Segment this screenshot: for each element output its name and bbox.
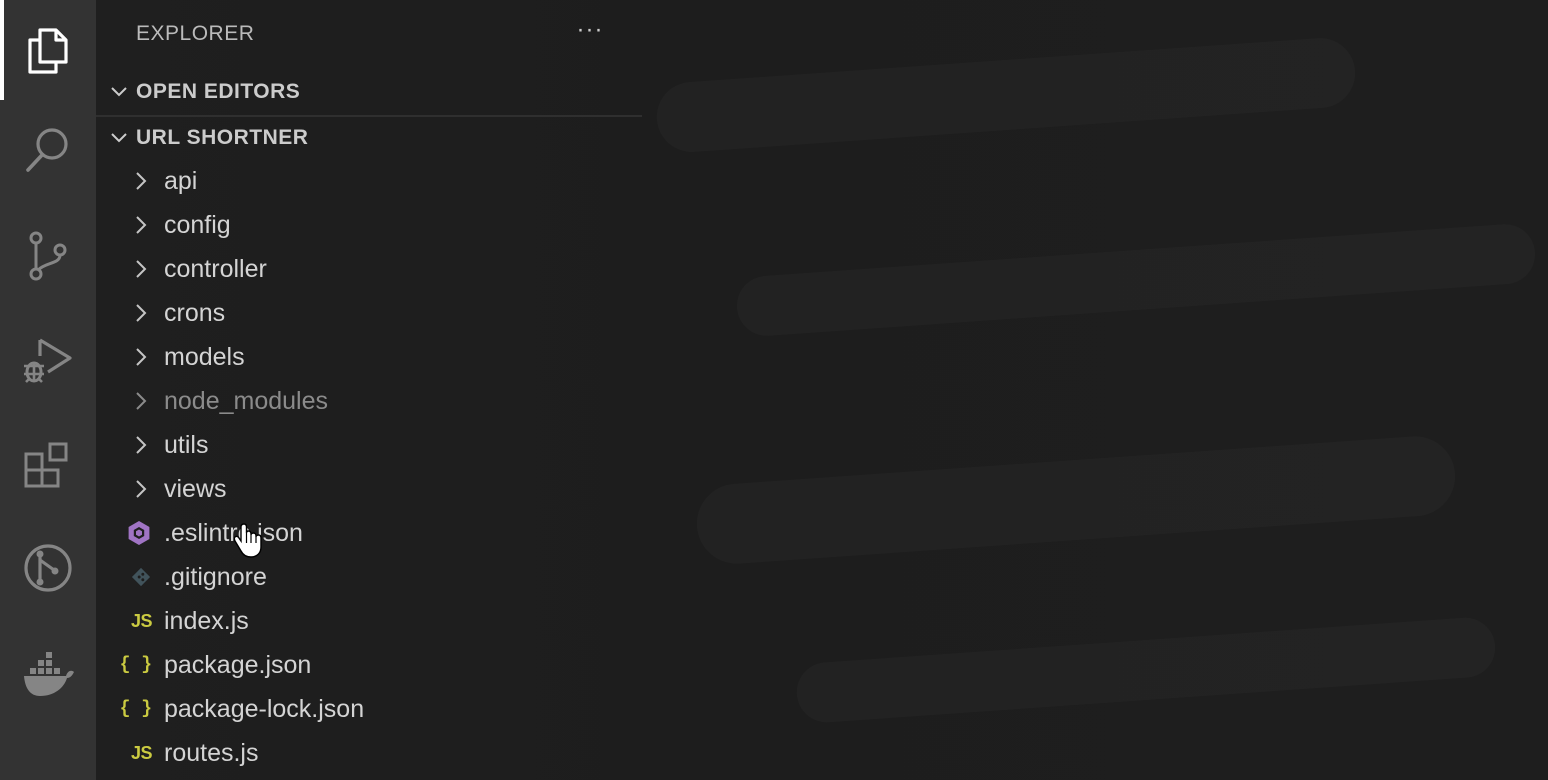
source-control-icon [29, 231, 67, 281]
folder-row[interactable]: utils [96, 423, 642, 467]
folder-row[interactable]: models [96, 335, 642, 379]
file-row[interactable]: { } package.json [96, 643, 642, 687]
folder-name: views [164, 474, 227, 503]
chevron-right-icon [96, 170, 164, 192]
folder-name: config [164, 210, 231, 239]
folder-name: models [164, 342, 245, 371]
background-texture [795, 616, 1497, 725]
git-graph-icon [24, 544, 72, 592]
files-icon [28, 28, 68, 74]
chevron-right-icon [96, 302, 164, 324]
json-icon: { } [119, 655, 152, 675]
file-row[interactable]: .eslintrc.json [96, 511, 642, 555]
explorer-activity-button[interactable] [0, 0, 96, 100]
file-row[interactable]: .gitignore [96, 555, 642, 599]
file-name: .gitignore [164, 562, 267, 591]
explorer-title: EXPLORER [136, 22, 255, 45]
folder-row[interactable]: node_modules [96, 379, 642, 423]
project-name-label: URL SHORTNER [136, 126, 309, 149]
folder-row[interactable]: config [96, 203, 642, 247]
docker-activity-button[interactable] [0, 624, 96, 724]
search-activity-button[interactable] [0, 100, 96, 200]
chevron-down-icon [96, 128, 136, 148]
file-name: .eslintrc.json [164, 518, 303, 547]
folder-name: api [164, 166, 198, 195]
folder-name: node_modules [164, 386, 329, 415]
activity-bar [0, 0, 96, 780]
file-row[interactable]: { } package-lock.json [96, 687, 642, 731]
background-texture [654, 36, 1357, 155]
file-name: index.js [164, 606, 249, 635]
chevron-right-icon [96, 214, 164, 236]
chevron-right-icon [96, 478, 164, 500]
folder-row[interactable]: crons [96, 291, 642, 335]
file-row[interactable]: JS routes.js [96, 731, 642, 775]
folder-row[interactable]: controller [96, 247, 642, 291]
open-editors-section-header[interactable]: OPEN EDITORS [96, 70, 642, 114]
js-icon: JS [130, 742, 153, 763]
source-control-activity-button[interactable] [0, 206, 96, 306]
chevron-right-icon [96, 390, 164, 412]
js-icon: JS [130, 610, 153, 631]
file-name: package.json [164, 650, 312, 679]
file-row[interactable]: JS index.js [96, 599, 642, 643]
json-icon: { } [119, 699, 152, 719]
file-name: package-lock.json [164, 694, 365, 723]
background-texture [735, 222, 1537, 338]
file-name: routes.js [164, 738, 259, 767]
run-debug-icon [24, 338, 72, 383]
folder-name: utils [164, 430, 209, 459]
vscode-window: EXPLORER ··· OPEN EDITORS URL SHORTNER a… [0, 0, 1548, 780]
folder-name: crons [164, 298, 226, 327]
eslint-icon [96, 520, 164, 546]
chevron-right-icon [96, 346, 164, 368]
open-editors-label: OPEN EDITORS [136, 80, 301, 103]
chevron-down-icon [96, 82, 136, 102]
search-icon [26, 128, 68, 172]
background-texture [694, 434, 1458, 567]
run-debug-activity-button[interactable] [0, 310, 96, 410]
folder-row[interactable]: views [96, 467, 642, 511]
extensions-activity-button[interactable] [0, 414, 96, 514]
project-section-header[interactable]: URL SHORTNER [96, 116, 642, 160]
git-icon [96, 566, 164, 588]
docker-icon [24, 652, 74, 696]
chevron-right-icon [96, 434, 164, 456]
extensions-icon [24, 442, 68, 488]
more-actions-button[interactable]: ··· [572, 18, 608, 50]
explorer-sidebar: EXPLORER ··· OPEN EDITORS URL SHORTNER a… [96, 0, 1548, 780]
folder-name: controller [164, 254, 267, 283]
chevron-right-icon [96, 258, 164, 280]
folder-row[interactable]: api [96, 159, 642, 203]
git-graph-activity-button[interactable] [0, 518, 96, 618]
